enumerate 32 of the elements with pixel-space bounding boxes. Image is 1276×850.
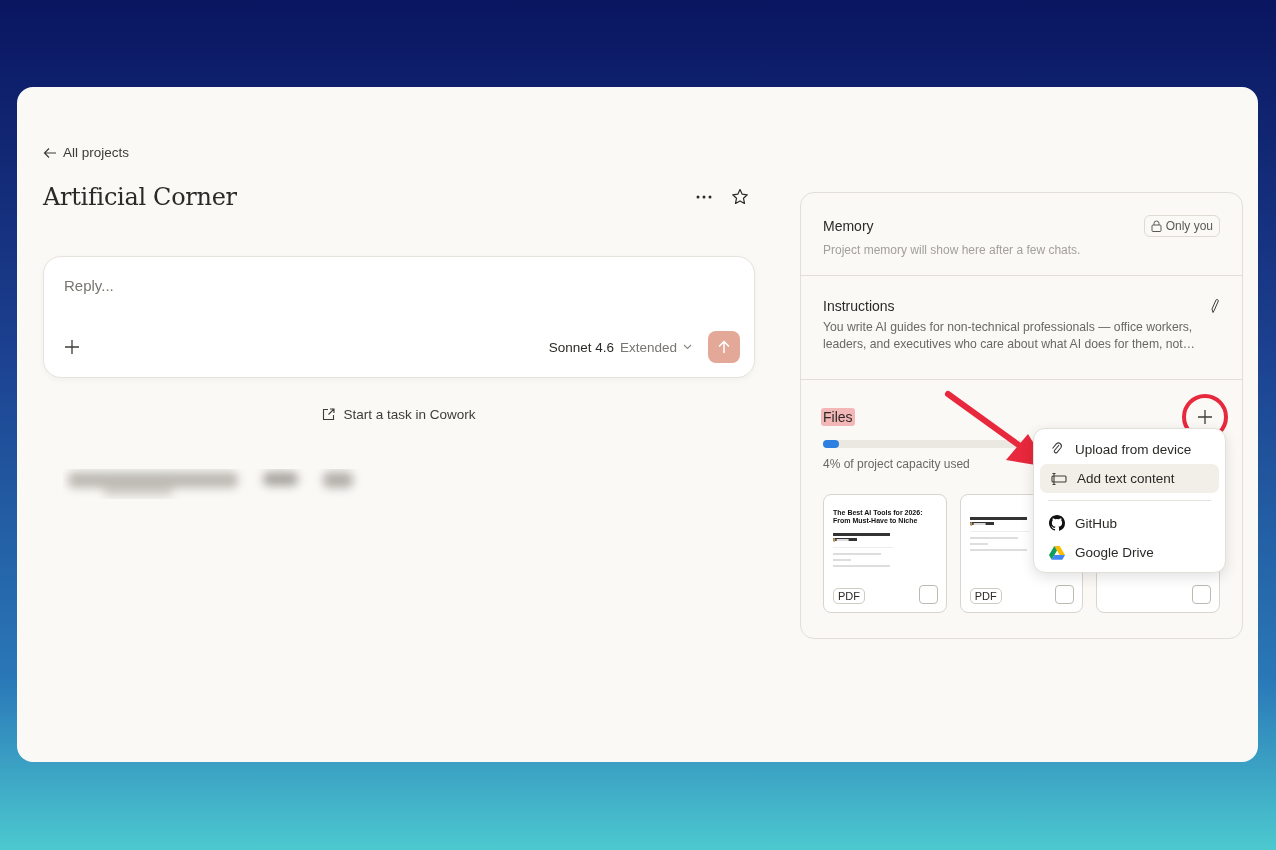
chevron-icon[interactable] <box>683 344 692 350</box>
menu-item[interactable]: Add text content <box>1040 464 1219 493</box>
memory-title: Memory <box>823 218 875 234</box>
external-link-icon <box>322 408 336 421</box>
files-title: Files <box>821 408 855 426</box>
send-button[interactable] <box>708 331 740 363</box>
drive-icon <box>1049 545 1065 560</box>
pencil-icon[interactable] <box>1210 298 1220 314</box>
plus-icon[interactable] <box>64 339 80 355</box>
instructions-text: You write AI guides for non-technical professionals — office workers, leaders, and executives who care about what AI does for them, not… <box>823 319 1196 353</box>
menu-item[interactable]: Upload from device <box>1040 434 1219 464</box>
visibility-chip[interactable]: Only you <box>1143 215 1220 237</box>
github-icon <box>1049 515 1065 531</box>
project-title: Artificial Corner <box>43 183 238 211</box>
file-type-badge: PDF <box>833 588 865 604</box>
instructions-title: Instructions <box>823 298 896 314</box>
arrow-up-icon <box>717 340 731 354</box>
reply-field[interactable]: Reply... <box>64 277 364 294</box>
back-arrow-icon <box>43 146 57 159</box>
plus-icon <box>1197 409 1213 425</box>
text-field-icon <box>1049 471 1067 486</box>
model-name[interactable]: Sonnet 4.6 <box>548 339 614 355</box>
file-checkbox[interactable] <box>918 585 938 604</box>
lock-icon <box>1150 220 1162 232</box>
file-checkbox[interactable] <box>1055 585 1075 604</box>
capacity-text: 4% of project capacity used <box>823 457 970 471</box>
mode-selector[interactable]: Extended <box>619 339 677 355</box>
file-type-badge: PDF <box>969 588 1002 604</box>
cowork-link[interactable]: Start a task in Cowork <box>322 407 476 422</box>
memory-note: Project memory will show here after a few chats. <box>823 243 1082 259</box>
back-link[interactable]: All projects <box>43 145 130 160</box>
file-checkbox[interactable] <box>1192 585 1211 604</box>
